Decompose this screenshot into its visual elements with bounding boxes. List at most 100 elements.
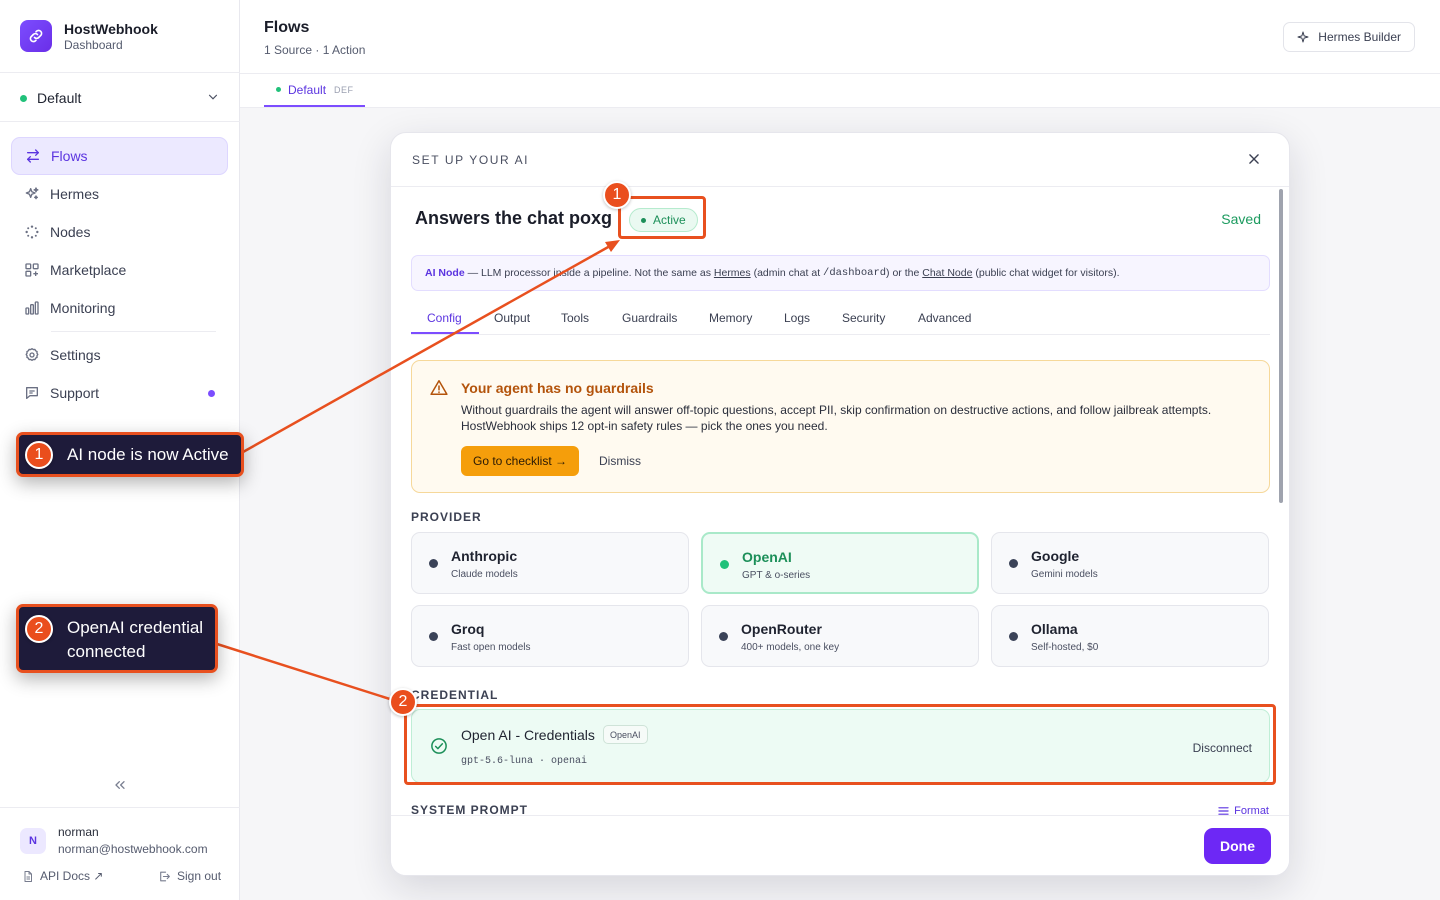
callout-credential: 2 OpenAI credential connected [16, 604, 218, 673]
provider-name: Ollama [1031, 621, 1078, 637]
tab-default-flow[interactable]: Default DEF [264, 74, 365, 107]
provider-name: OpenAI [742, 549, 792, 565]
gear-icon [24, 347, 40, 363]
provider-ollama[interactable]: Ollama Self-hosted, $0 [991, 605, 1269, 667]
provider-dot [719, 632, 728, 641]
provider-google[interactable]: Google Gemini models [991, 532, 1269, 594]
tab-advanced[interactable]: Advanced [918, 311, 971, 325]
brand-subtitle: Dashboard [64, 37, 123, 52]
sign-out-button[interactable]: Sign out [158, 869, 221, 883]
warning-line: Without guardrails the agent will answer… [461, 403, 1212, 417]
provider-sub: Self-hosted, $0 [1031, 642, 1099, 653]
close-icon[interactable] [1247, 152, 1261, 166]
hermes-builder-button[interactable]: Hermes Builder [1283, 22, 1415, 52]
provider-sub: Gemini models [1031, 569, 1098, 580]
sign-out-label: Sign out [177, 869, 222, 883]
sidebar-item-flows[interactable]: Flows [11, 137, 228, 175]
page-header: Flows 1 Source · 1 Action Hermes Builder [240, 0, 1440, 74]
callout-active: 1 AI node is now Active [16, 432, 244, 477]
info-text: (public chat widget for visitors). [972, 267, 1120, 279]
tab-memory[interactable]: Memory [709, 311, 752, 325]
sign-out-icon [158, 870, 177, 883]
active-tab-indicator [411, 332, 479, 334]
info-banner: AI Node — LLM processor inside a pipelin… [411, 255, 1270, 291]
collapse-sidebar-icon[interactable] [112, 777, 128, 793]
flow-tabbar: Default DEF [240, 74, 1440, 108]
info-lead: AI Node [425, 267, 465, 279]
callout-badge: 2 [25, 615, 53, 643]
tab-tools[interactable]: Tools [561, 311, 589, 325]
provider-groq[interactable]: Groq Fast open models [411, 605, 689, 667]
hermes-link[interactable]: Hermes [714, 267, 751, 279]
divider [0, 72, 240, 73]
api-docs-link[interactable]: API Docs ↗ [22, 869, 103, 883]
provider-openrouter[interactable]: OpenRouter 400+ models, one key [701, 605, 979, 667]
warning-icon [430, 379, 448, 396]
provider-name: Google [1031, 548, 1080, 564]
provider-openai[interactable]: OpenAI GPT & o-series [701, 532, 979, 594]
callout-text: AI node is now Active [67, 445, 229, 464]
sidebar-item-support[interactable]: Support [11, 374, 228, 412]
provider-dot [1009, 559, 1018, 568]
provider-anthropic[interactable]: Anthropic Claude models [411, 532, 689, 594]
flow-tab-badge: DEF [334, 84, 354, 95]
warning-title: Your agent has no guardrails [461, 380, 654, 396]
workspace-selector[interactable]: Default [20, 88, 220, 108]
api-docs-label: API Docs ↗ [40, 869, 104, 883]
avatar: N [20, 827, 46, 854]
workspace-label: Default [37, 90, 82, 106]
chat-node-link[interactable]: Chat Node [922, 267, 972, 279]
brand[interactable]: HostWebhook Dashboard [20, 20, 158, 52]
sidebar-item-label: Support [50, 385, 100, 401]
notification-dot [208, 390, 215, 397]
provider-dot [720, 560, 729, 569]
tab-security[interactable]: Security [842, 311, 885, 325]
provider-dot [1009, 632, 1018, 641]
chat-bubble-icon [24, 385, 40, 401]
chevron-down-icon [206, 90, 220, 104]
provider-name: Groq [451, 621, 485, 637]
provider-dot [429, 632, 438, 641]
highlight-credential [404, 704, 1276, 785]
arrow-line-2 [216, 642, 394, 702]
dismiss-button[interactable]: Dismiss [599, 454, 641, 468]
go-to-checklist-button[interactable]: Go to checklist → [461, 446, 579, 476]
highlight-active-badge [618, 196, 706, 239]
grid-icon [24, 262, 40, 278]
sidebar-item-label: Nodes [50, 224, 91, 240]
done-button[interactable]: Done [1204, 828, 1271, 864]
saved-indicator: Saved [1221, 211, 1261, 227]
tab-config[interactable]: Config [427, 311, 462, 325]
sidebar-item-marketplace[interactable]: Marketplace [11, 251, 228, 289]
guardrails-warning: Your agent has no guardrails Without gua… [411, 360, 1270, 493]
sidebar-item-settings[interactable]: Settings [11, 336, 228, 374]
callout-badge: 1 [25, 441, 53, 469]
scrollbar[interactable] [1279, 189, 1283, 503]
modal-tabs: Config Output Tools Guardrails Memory Lo… [411, 301, 1270, 335]
user-name: norman [58, 825, 99, 839]
divider [0, 807, 240, 808]
modal-footer: Done [391, 815, 1289, 875]
status-dot [276, 87, 281, 92]
sidebar-item-label: Hermes [50, 186, 100, 202]
sidebar-item-label: Settings [50, 347, 101, 363]
user-profile[interactable]: N norman norman@hostwebhook.com [20, 825, 208, 856]
warning-body: Without guardrails the agent will answer… [461, 402, 1251, 434]
tab-guardrails[interactable]: Guardrails [622, 311, 677, 325]
sidebar-item-hermes[interactable]: Hermes [11, 175, 228, 213]
flow-tab-label: Default [288, 82, 327, 97]
callout-text: OpenAI credential connected [67, 616, 203, 664]
credential-section-label: CREDENTIAL [411, 688, 499, 702]
info-text: — LLM processor inside a pipeline. Not t… [464, 267, 714, 279]
page-title: Flows [264, 19, 310, 36]
link-icon [20, 20, 52, 52]
tab-output[interactable]: Output [494, 311, 530, 325]
hermes-builder-label: Hermes Builder [1318, 30, 1401, 44]
provider-name: OpenRouter [741, 621, 822, 637]
modal-title: SET UP YOUR AI [412, 153, 530, 167]
sidebar-item-nodes[interactable]: Nodes [11, 213, 228, 251]
callout-line: connected [67, 642, 146, 661]
arrows-swap-icon [25, 148, 41, 164]
sidebar-item-monitoring[interactable]: Monitoring [11, 289, 228, 327]
tab-logs[interactable]: Logs [784, 311, 810, 325]
